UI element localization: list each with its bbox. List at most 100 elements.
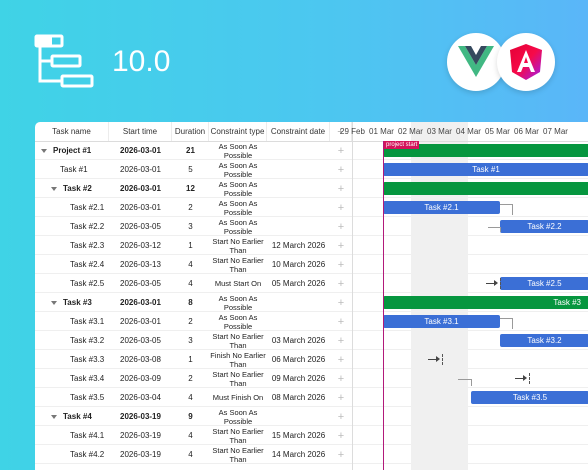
col-header-task-name[interactable]: Task name xyxy=(35,122,109,141)
task-name-cell[interactable]: Project #1 xyxy=(35,141,109,160)
gantt-bar[interactable]: Task #1 xyxy=(383,163,588,176)
duration-cell[interactable]: 2 xyxy=(172,369,209,388)
col-header-duration[interactable]: Duration xyxy=(172,122,209,141)
col-header-start-time[interactable]: Start time xyxy=(109,122,172,141)
duration-cell[interactable]: 4 xyxy=(172,445,209,464)
constraint-date-cell[interactable]: 10 March 2026 xyxy=(267,255,330,274)
constraint-type-cell[interactable]: Start No Earlier Than xyxy=(209,255,267,274)
gantt-bar[interactable]: Task #2.5 xyxy=(500,277,588,290)
gantt-bar[interactable] xyxy=(383,182,588,195)
constraint-date-cell[interactable] xyxy=(267,293,330,312)
constraint-type-cell[interactable]: Must Finish On xyxy=(209,388,267,407)
duration-cell[interactable]: 1 xyxy=(172,236,209,255)
collapse-caret-icon[interactable] xyxy=(51,186,57,191)
start-time-cell[interactable]: 2026-03-01 xyxy=(109,160,172,179)
task-name-cell[interactable]: Task #4.1 xyxy=(35,426,109,445)
constraint-type-cell[interactable]: Start No Earlier Than xyxy=(209,236,267,255)
constraint-type-cell[interactable]: Start No Earlier Than xyxy=(209,445,267,464)
duration-cell[interactable]: 4 xyxy=(172,274,209,293)
constraint-date-cell[interactable] xyxy=(267,198,330,217)
task-name-cell[interactable]: Task #2.4 xyxy=(35,255,109,274)
col-header-constraint-date[interactable]: Constraint date xyxy=(267,122,330,141)
constraint-type-cell[interactable]: As Soon As Possible xyxy=(209,217,267,236)
duration-cell[interactable]: 3 xyxy=(172,331,209,350)
gantt-bar[interactable]: Task #2.1 xyxy=(383,201,500,214)
constraint-type-cell[interactable]: Start No Earlier Than xyxy=(209,426,267,445)
constraint-date-cell[interactable]: 03 March 2026 xyxy=(267,331,330,350)
constraint-type-cell[interactable]: Start No Earlier Than xyxy=(209,369,267,388)
collapse-caret-icon[interactable] xyxy=(51,414,57,419)
constraint-date-cell[interactable] xyxy=(267,160,330,179)
constraint-date-cell[interactable]: 06 March 2026 xyxy=(267,350,330,369)
constraint-date-cell[interactable] xyxy=(267,141,330,160)
start-time-cell[interactable]: 2026-03-04 xyxy=(109,388,172,407)
duration-cell[interactable]: 5 xyxy=(172,160,209,179)
start-time-cell[interactable]: 2026-03-05 xyxy=(109,331,172,350)
task-name-cell[interactable]: Task #3.3 xyxy=(35,350,109,369)
start-time-cell[interactable]: 2026-03-19 xyxy=(109,445,172,464)
duration-cell[interactable]: 21 xyxy=(172,141,209,160)
collapse-caret-icon[interactable] xyxy=(41,148,47,153)
task-name-cell[interactable]: Task #3.5 xyxy=(35,388,109,407)
constraint-date-cell[interactable] xyxy=(267,217,330,236)
constraint-type-cell[interactable]: As Soon As Possible xyxy=(209,160,267,179)
duration-cell[interactable]: 4 xyxy=(172,426,209,445)
start-time-cell[interactable]: 2026-03-09 xyxy=(109,369,172,388)
constraint-type-cell[interactable]: As Soon As Possible xyxy=(209,141,267,160)
start-time-cell[interactable]: 2026-03-01 xyxy=(109,141,172,160)
duration-cell[interactable]: 1 xyxy=(172,350,209,369)
start-time-cell[interactable]: 2026-03-19 xyxy=(109,407,172,426)
add-subtask-button[interactable]: + xyxy=(330,236,352,255)
add-subtask-button[interactable]: + xyxy=(330,407,352,426)
task-name-cell[interactable]: Task #2.5 xyxy=(35,274,109,293)
start-time-cell[interactable]: 2026-03-13 xyxy=(109,255,172,274)
gantt-bar[interactable]: Task #3 xyxy=(383,296,588,309)
task-name-cell[interactable]: Task #1 xyxy=(35,160,109,179)
add-subtask-button[interactable]: + xyxy=(330,445,352,464)
constraint-type-cell[interactable]: As Soon As Possible xyxy=(209,179,267,198)
task-name-cell[interactable]: Task #3.1 xyxy=(35,312,109,331)
duration-cell[interactable]: 2 xyxy=(172,312,209,331)
gantt-bar[interactable]: Task #3.2 xyxy=(500,334,588,347)
add-subtask-button[interactable]: + xyxy=(330,255,352,274)
duration-cell[interactable]: 8 xyxy=(172,293,209,312)
start-time-cell[interactable]: 2026-03-19 xyxy=(109,426,172,445)
duration-cell[interactable]: 9 xyxy=(172,407,209,426)
constraint-date-cell[interactable]: 09 March 2026 xyxy=(267,369,330,388)
gantt-bar[interactable]: Task #3.5 xyxy=(471,391,588,404)
task-name-cell[interactable]: Task #2.3 xyxy=(35,236,109,255)
task-name-cell[interactable]: Task #2.1 xyxy=(35,198,109,217)
duration-cell[interactable]: 4 xyxy=(172,388,209,407)
col-header-constraint-type[interactable]: Constraint type xyxy=(209,122,267,141)
start-time-cell[interactable]: 2026-03-01 xyxy=(109,293,172,312)
constraint-date-cell[interactable]: 05 March 2026 xyxy=(267,274,330,293)
add-subtask-button[interactable]: + xyxy=(330,217,352,236)
constraint-type-cell[interactable]: As Soon As Possible xyxy=(209,198,267,217)
task-name-cell[interactable]: Task #2 xyxy=(35,179,109,198)
add-subtask-button[interactable]: + xyxy=(330,312,352,331)
constraint-date-cell[interactable]: 08 March 2026 xyxy=(267,388,330,407)
duration-cell[interactable]: 3 xyxy=(172,217,209,236)
constraint-date-cell[interactable] xyxy=(267,312,330,331)
add-subtask-button[interactable]: + xyxy=(330,388,352,407)
task-name-cell[interactable]: Task #3.4 xyxy=(35,369,109,388)
duration-cell[interactable]: 2 xyxy=(172,198,209,217)
start-time-cell[interactable]: 2026-03-12 xyxy=(109,236,172,255)
task-name-cell[interactable]: Task #4.2 xyxy=(35,445,109,464)
duration-cell[interactable]: 4 xyxy=(172,255,209,274)
constraint-date-cell[interactable] xyxy=(267,407,330,426)
constraint-type-cell[interactable]: As Soon As Possible xyxy=(209,293,267,312)
start-time-cell[interactable]: 2026-03-05 xyxy=(109,217,172,236)
add-subtask-button[interactable]: + xyxy=(330,426,352,445)
constraint-date-cell[interactable] xyxy=(267,179,330,198)
add-subtask-button[interactable]: + xyxy=(330,293,352,312)
duration-cell[interactable]: 12 xyxy=(172,179,209,198)
constraint-type-cell[interactable]: Start No Earlier Than xyxy=(209,331,267,350)
constraint-type-cell[interactable]: Finish No Earlier Than xyxy=(209,350,267,369)
add-subtask-button[interactable]: + xyxy=(330,160,352,179)
task-name-cell[interactable]: Task #3.2 xyxy=(35,331,109,350)
start-time-cell[interactable]: 2026-03-01 xyxy=(109,198,172,217)
add-subtask-button[interactable]: + xyxy=(330,369,352,388)
add-subtask-button[interactable]: + xyxy=(330,350,352,369)
start-time-cell[interactable]: 2026-03-01 xyxy=(109,312,172,331)
